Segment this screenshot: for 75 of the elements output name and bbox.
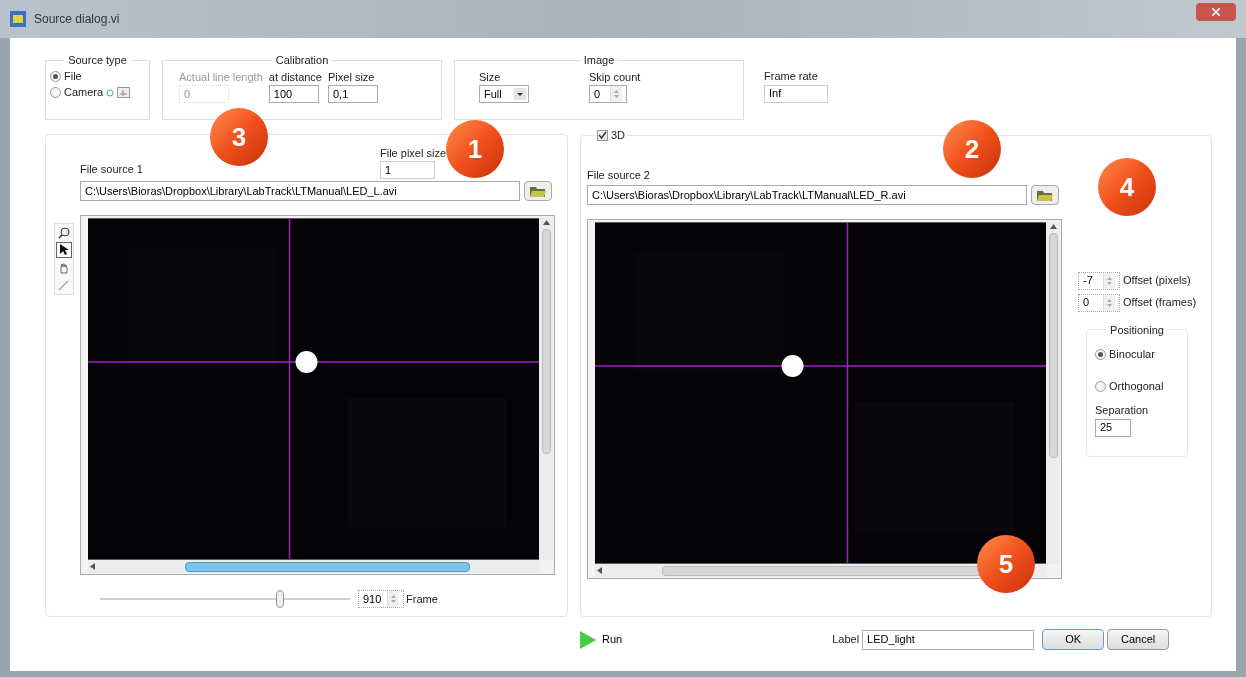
numeric-field[interactable]: 910 xyxy=(358,590,404,608)
camera-settings-icon[interactable] xyxy=(117,87,131,98)
field-label: File source 2 xyxy=(587,167,651,183)
numeric-field[interactable]: 0 xyxy=(589,85,627,103)
label-field[interactable]: LED_light xyxy=(862,629,1035,650)
field-label: Separation xyxy=(1095,403,1150,418)
slider-thumb[interactable] xyxy=(276,590,284,608)
up-down-arrows-icon xyxy=(390,594,397,604)
option-label: File xyxy=(64,69,82,85)
field-label: File pixel size xyxy=(380,145,447,161)
checkbox[interactable] xyxy=(597,129,608,141)
field-label: Offset (pixels) xyxy=(1123,273,1191,289)
vertical-scrollbar[interactable] xyxy=(1046,222,1060,564)
field-label: at distance xyxy=(268,69,322,85)
folder-icon xyxy=(530,185,546,197)
indicator-field: 1 xyxy=(380,161,435,179)
field-label: Size xyxy=(479,69,502,85)
input-field[interactable]: 100 xyxy=(268,85,319,103)
browse-button[interactable] xyxy=(524,181,552,201)
scroll-left-icon[interactable] xyxy=(597,567,602,574)
option-label: Camera xyxy=(64,85,104,101)
frame-slider[interactable] xyxy=(100,589,350,609)
checkbox-label: 3D xyxy=(611,128,626,143)
scroll-left-icon[interactable] xyxy=(90,563,95,570)
ok-button[interactable]: OK xyxy=(1042,629,1105,650)
scroll-up-icon[interactable] xyxy=(542,220,550,225)
radio-button[interactable] xyxy=(50,87,61,98)
input-field[interactable]: 0,1 xyxy=(328,85,378,103)
numeric-field[interactable]: -7 xyxy=(1078,271,1120,290)
field-label: Frame rate xyxy=(764,69,819,84)
dropdown[interactable]: Full xyxy=(479,85,529,103)
caret-icon xyxy=(514,88,526,100)
path-field[interactable]: C:\Users\Bioras\Dropbox\Library\LabTrack\LTManual\LED_R.avi xyxy=(587,185,1027,205)
group-title: Source type xyxy=(67,53,128,68)
circle-icon xyxy=(106,88,115,97)
horizontal-scrollbar[interactable] xyxy=(88,560,540,573)
cancel-button[interactable]: Cancel xyxy=(1107,629,1170,650)
up-down-arrows-icon xyxy=(1106,297,1113,308)
field-label: Offset (frames) xyxy=(1123,295,1197,311)
close-icon xyxy=(1212,8,1220,16)
browse-button[interactable] xyxy=(1031,185,1059,205)
option-label: Orthogonal xyxy=(1109,378,1164,394)
field-label: Label xyxy=(832,632,860,648)
input-field[interactable]: 25 xyxy=(1095,418,1131,437)
field-label: Frame xyxy=(406,591,438,607)
field-label: Skip count xyxy=(589,69,641,85)
pointer-tool-icon[interactable] xyxy=(56,242,72,259)
group-title: Image xyxy=(582,53,616,68)
run-button[interactable]: Run xyxy=(580,630,623,649)
field-label: Actual line length xyxy=(179,69,263,85)
path-field[interactable]: C:\Users\Bioras\Dropbox\Library\LabTrack\LTManual\LED_L.avi xyxy=(80,181,520,201)
field-label: Pixel size xyxy=(328,69,376,85)
radio-button[interactable] xyxy=(1095,348,1106,360)
field-label: File source 1 xyxy=(80,161,144,177)
group-title: Positioning xyxy=(1109,322,1165,338)
vertical-scrollbar[interactable] xyxy=(539,218,553,560)
numeric-field[interactable]: 0 xyxy=(1078,293,1120,312)
radio-button[interactable] xyxy=(1095,380,1106,392)
spin-button[interactable] xyxy=(1103,294,1115,311)
spin-button[interactable] xyxy=(1103,272,1115,289)
app-icon xyxy=(10,11,26,27)
option-label: Binocular xyxy=(1109,346,1155,362)
spin-button[interactable] xyxy=(610,86,622,102)
up-down-arrows-icon xyxy=(613,89,620,99)
spin-button[interactable] xyxy=(387,591,399,607)
radio-button[interactable] xyxy=(50,71,61,82)
window-title: Source dialog.vi xyxy=(34,11,120,28)
indicator-field: Inf xyxy=(764,84,828,103)
close-button[interactable] xyxy=(1196,3,1236,21)
up-down-arrows-icon xyxy=(1106,275,1113,286)
zoom-tool-icon[interactable] xyxy=(56,224,72,241)
group-title: Calibration xyxy=(274,53,330,68)
scroll-up-icon[interactable] xyxy=(1049,224,1057,229)
folder-icon xyxy=(1037,189,1053,201)
play-icon xyxy=(580,630,596,649)
